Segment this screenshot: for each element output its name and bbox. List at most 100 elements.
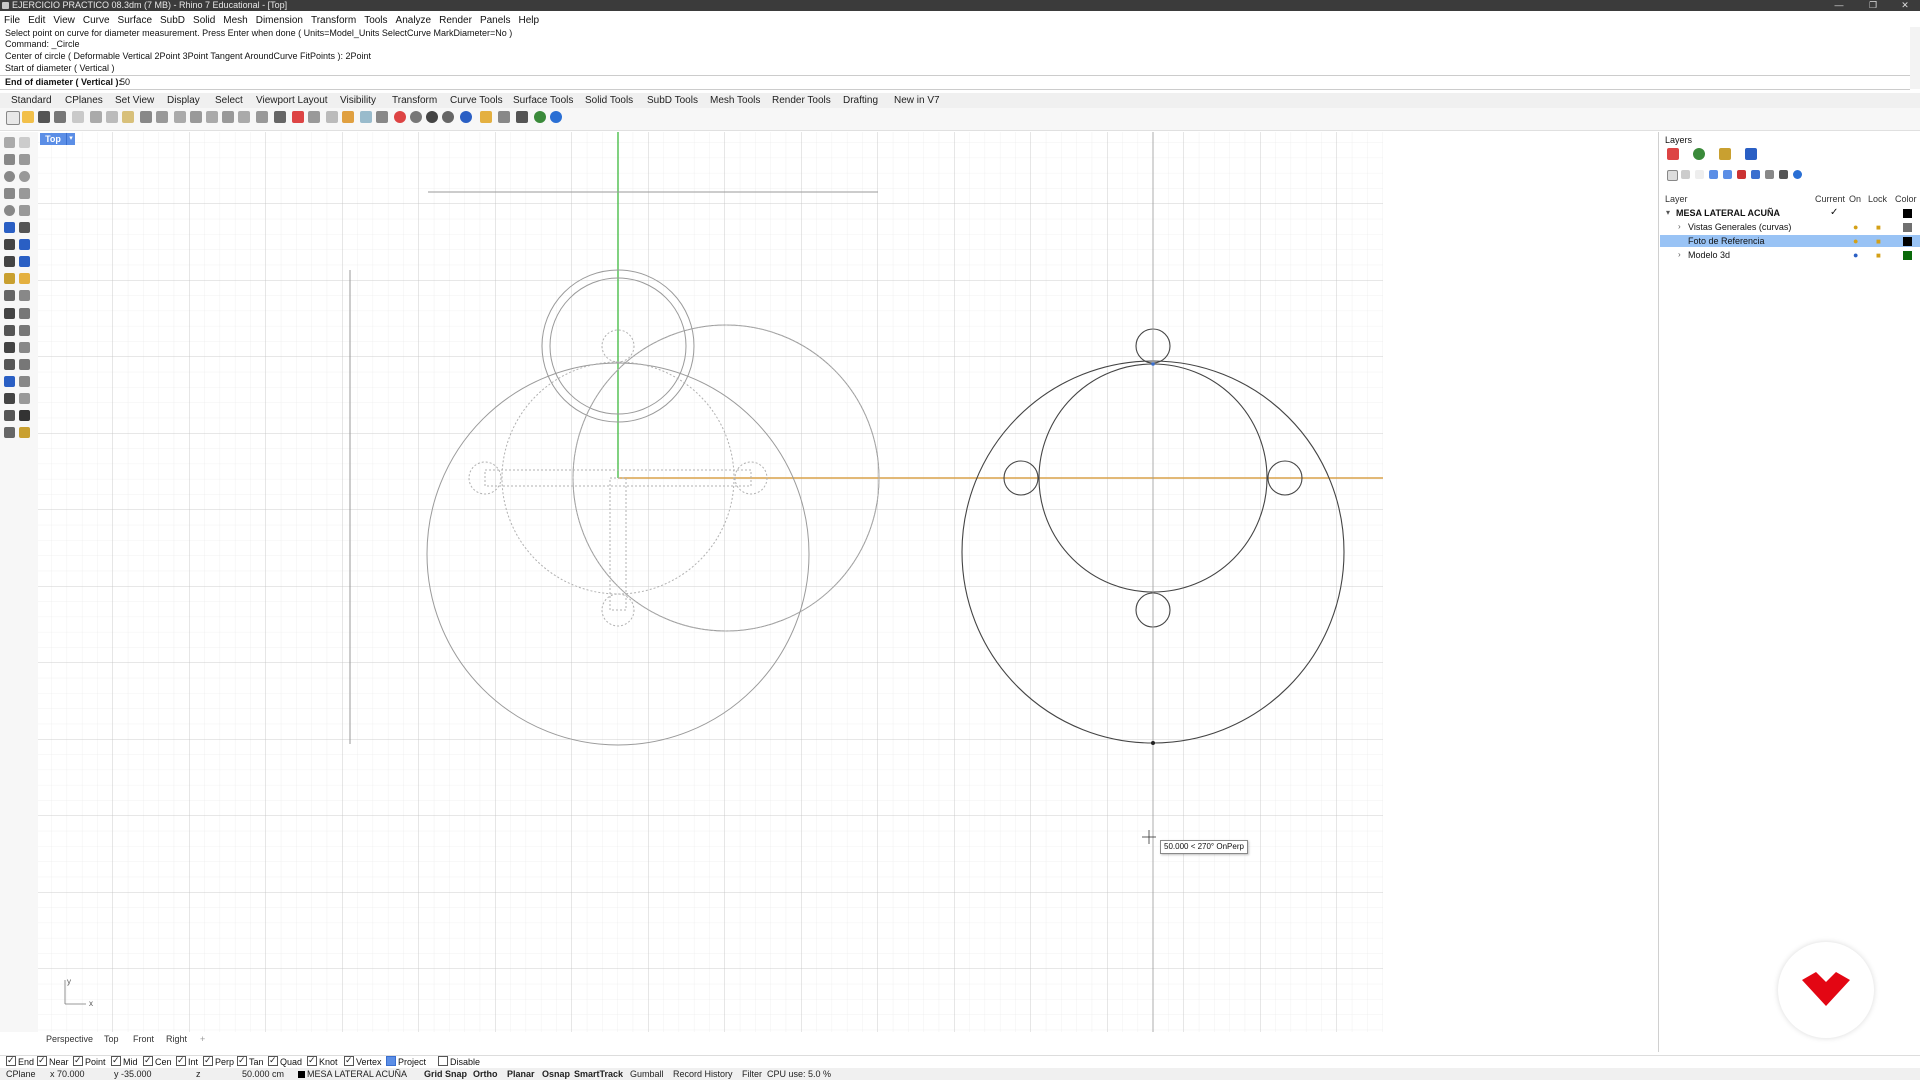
menu-tools[interactable]: Tools: [360, 14, 391, 27]
menu-analyze[interactable]: Analyze: [392, 14, 436, 27]
solid-sphere-icon[interactable]: [19, 239, 30, 250]
select-icon[interactable]: [308, 111, 320, 123]
add-viewport-icon[interactable]: +: [200, 1034, 205, 1044]
tab-front[interactable]: Front: [133, 1034, 154, 1044]
menu-render[interactable]: Render: [435, 14, 476, 27]
boolean-icon[interactable]: [4, 273, 15, 284]
polyline-icon[interactable]: [4, 154, 15, 165]
ortho-toggle[interactable]: Ortho: [473, 1068, 498, 1080]
checkbox-icon[interactable]: [344, 1054, 354, 1067]
viewport-menu-chevron-down-icon[interactable]: ▾: [66, 133, 75, 145]
move-up-icon[interactable]: [1709, 170, 1718, 179]
help-panel-icon[interactable]: [1793, 170, 1802, 179]
split-icon[interactable]: [19, 290, 30, 301]
options-gear-icon[interactable]: [498, 111, 510, 123]
tab-drafting[interactable]: Drafting: [843, 95, 878, 106]
menu-mesh[interactable]: Mesh: [219, 14, 251, 27]
copy-icon[interactable]: [106, 111, 118, 123]
shaded-sphere-icon[interactable]: [426, 111, 438, 123]
checkbox-icon[interactable]: [111, 1054, 121, 1067]
tools-icon[interactable]: [1779, 170, 1788, 179]
delete-icon[interactable]: [292, 111, 304, 123]
tab-solid-tools[interactable]: Solid Tools: [585, 95, 633, 106]
smarttrack-toggle[interactable]: SmartTrack: [574, 1068, 623, 1080]
menu-view[interactable]: View: [49, 14, 79, 27]
fillet-curve-icon[interactable]: [19, 205, 30, 216]
light-icon[interactable]: [480, 111, 492, 123]
material-tool-icon[interactable]: [19, 427, 30, 438]
analyze-icon[interactable]: [516, 111, 528, 123]
menu-edit[interactable]: Edit: [24, 14, 49, 27]
expand-icon[interactable]: ›: [1678, 249, 1681, 261]
materials-tab-icon[interactable]: [1693, 148, 1705, 160]
properties-tab-icon[interactable]: [1745, 148, 1757, 160]
control-points-icon[interactable]: [19, 393, 30, 404]
unlock-icon[interactable]: ■: [1876, 222, 1881, 233]
select-arrow-icon[interactable]: [4, 137, 15, 148]
restore-icon[interactable]: ❐: [1858, 0, 1888, 11]
light-bulb-icon[interactable]: ●: [1853, 250, 1858, 261]
color-wheel-icon[interactable]: [394, 111, 406, 123]
explode-icon[interactable]: [19, 308, 30, 319]
save-icon[interactable]: [38, 111, 50, 123]
current-layer[interactable]: MESA LATERAL ACUÑA: [298, 1068, 407, 1080]
checkbox-icon[interactable]: [73, 1054, 83, 1067]
rendered-sphere-icon[interactable]: [442, 111, 454, 123]
checkbox-icon[interactable]: [203, 1054, 213, 1067]
osnap-toggle[interactable]: Osnap: [542, 1068, 570, 1080]
tab-subd-tools[interactable]: SubD Tools: [647, 95, 698, 106]
new-file-icon[interactable]: [6, 111, 20, 125]
tab-top[interactable]: Top: [104, 1034, 119, 1044]
collapse-icon[interactable]: ▾: [1666, 207, 1670, 219]
zoom-selected-icon[interactable]: [238, 111, 250, 123]
layer-state-icon[interactable]: [1765, 170, 1774, 179]
filter-toggle[interactable]: Filter: [742, 1068, 762, 1080]
import-icon[interactable]: [72, 111, 84, 123]
undo-view-icon[interactable]: [256, 111, 268, 123]
checkbox-icon[interactable]: [37, 1054, 47, 1067]
menu-help[interactable]: Help: [515, 14, 544, 27]
circle-icon[interactable]: [4, 171, 15, 182]
menu-panels[interactable]: Panels: [476, 14, 515, 27]
move-icon[interactable]: [4, 325, 15, 336]
arc-icon[interactable]: [4, 188, 15, 199]
mesh-icon[interactable]: [4, 256, 15, 267]
scale-icon[interactable]: [19, 342, 30, 353]
zoom-extents-icon[interactable]: [222, 111, 234, 123]
checkbox-icon[interactable]: [237, 1054, 247, 1067]
solid-box-icon[interactable]: [4, 239, 15, 250]
menu-curve[interactable]: Curve: [79, 14, 114, 27]
material-icon[interactable]: [460, 111, 472, 123]
current-check-icon[interactable]: ✓: [1830, 207, 1838, 219]
layer-row-foto-referencia[interactable]: Foto de Referencia ● ■: [1660, 235, 1920, 247]
menu-transform[interactable]: Transform: [307, 14, 360, 27]
command-history-scrollbar[interactable]: [1910, 27, 1920, 89]
text-icon[interactable]: [4, 342, 15, 353]
tab-render-tools[interactable]: Render Tools: [772, 95, 831, 106]
menu-surface[interactable]: Surface: [114, 14, 156, 27]
tab-perspective[interactable]: Perspective: [46, 1034, 93, 1044]
gumball-toggle[interactable]: Gumball: [630, 1068, 664, 1080]
command-input[interactable]: 50: [120, 77, 130, 87]
tab-standard[interactable]: Standard: [11, 95, 52, 106]
pan-icon[interactable]: [156, 111, 168, 123]
new-layer-icon[interactable]: [1667, 170, 1678, 181]
layers-tab-icon[interactable]: [1667, 148, 1679, 160]
layer-color-swatch[interactable]: [1903, 251, 1912, 260]
light-tool-icon[interactable]: [19, 273, 30, 284]
layer-row-vistas-generales[interactable]: › Vistas Generales (curvas) ● ■: [1660, 221, 1920, 233]
move-down-icon[interactable]: [1723, 170, 1732, 179]
column-on[interactable]: On: [1849, 194, 1861, 204]
viewport-title-tab[interactable]: Top: [40, 133, 66, 145]
cplane-label[interactable]: CPlane: [6, 1068, 36, 1080]
tab-transform[interactable]: Transform: [392, 95, 437, 106]
new-sublayer-icon[interactable]: [1681, 170, 1690, 179]
lock-icon[interactable]: [376, 111, 388, 123]
unlock-icon[interactable]: ■: [1876, 236, 1881, 247]
subd-icon[interactable]: [19, 256, 30, 267]
point-icon[interactable]: [19, 137, 30, 148]
column-layer[interactable]: Layer: [1665, 194, 1688, 204]
tab-select[interactable]: Select: [215, 95, 243, 106]
close-icon[interactable]: ✕: [1890, 0, 1920, 11]
checkbox-icon[interactable]: [386, 1056, 396, 1066]
